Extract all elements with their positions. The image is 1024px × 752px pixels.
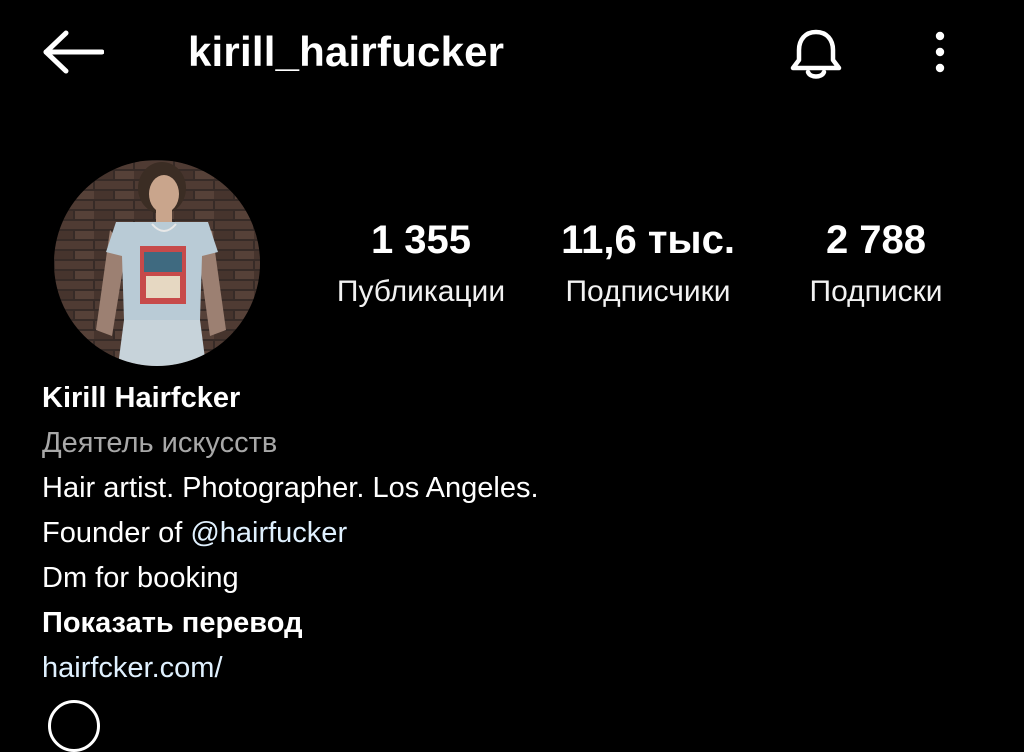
profile-bio: Kirill Hairfcker Деятель искусств Hair a…: [42, 376, 942, 691]
top-bar: kirill_hairfucker: [0, 0, 1024, 110]
bio-line-2-text: Founder of: [42, 517, 191, 549]
profile-category: Деятель искусств: [42, 427, 278, 459]
show-translation-link[interactable]: Показать перевод: [42, 601, 942, 646]
followers-count: 11,6 тыс.: [561, 218, 735, 262]
following-count: 2 788: [825, 218, 927, 262]
stat-following[interactable]: 2 788 Подписки: [766, 218, 986, 310]
more-vertical-icon[interactable]: [926, 30, 954, 74]
avatar-photo: [54, 160, 260, 366]
mention-link[interactable]: @hairfucker: [190, 517, 347, 549]
followers-label: Подписчики: [565, 275, 731, 308]
bio-line-1: Hair artist. Photographer. Los Angeles.: [42, 472, 539, 504]
back-arrow-icon[interactable]: [42, 30, 104, 74]
stat-posts[interactable]: 1 355 Публикации: [311, 218, 531, 310]
bio-line-2: Founder of @hairfucker: [42, 511, 942, 556]
story-highlight-partial[interactable]: [48, 700, 100, 752]
following-label: Подписки: [809, 275, 943, 308]
stat-followers[interactable]: 11,6 тыс. Подписчики: [538, 218, 758, 310]
posts-label: Публикации: [336, 275, 506, 308]
profile-username: kirill_hairfucker: [188, 28, 505, 75]
display-name: Kirill Hairfcker: [42, 382, 241, 414]
bio-line-3: Dm for booking: [42, 562, 239, 594]
website-link[interactable]: hairfcker.com/: [42, 646, 942, 691]
posts-count: 1 355: [370, 218, 472, 262]
profile-avatar[interactable]: [54, 160, 260, 366]
bell-icon[interactable]: [786, 26, 846, 82]
